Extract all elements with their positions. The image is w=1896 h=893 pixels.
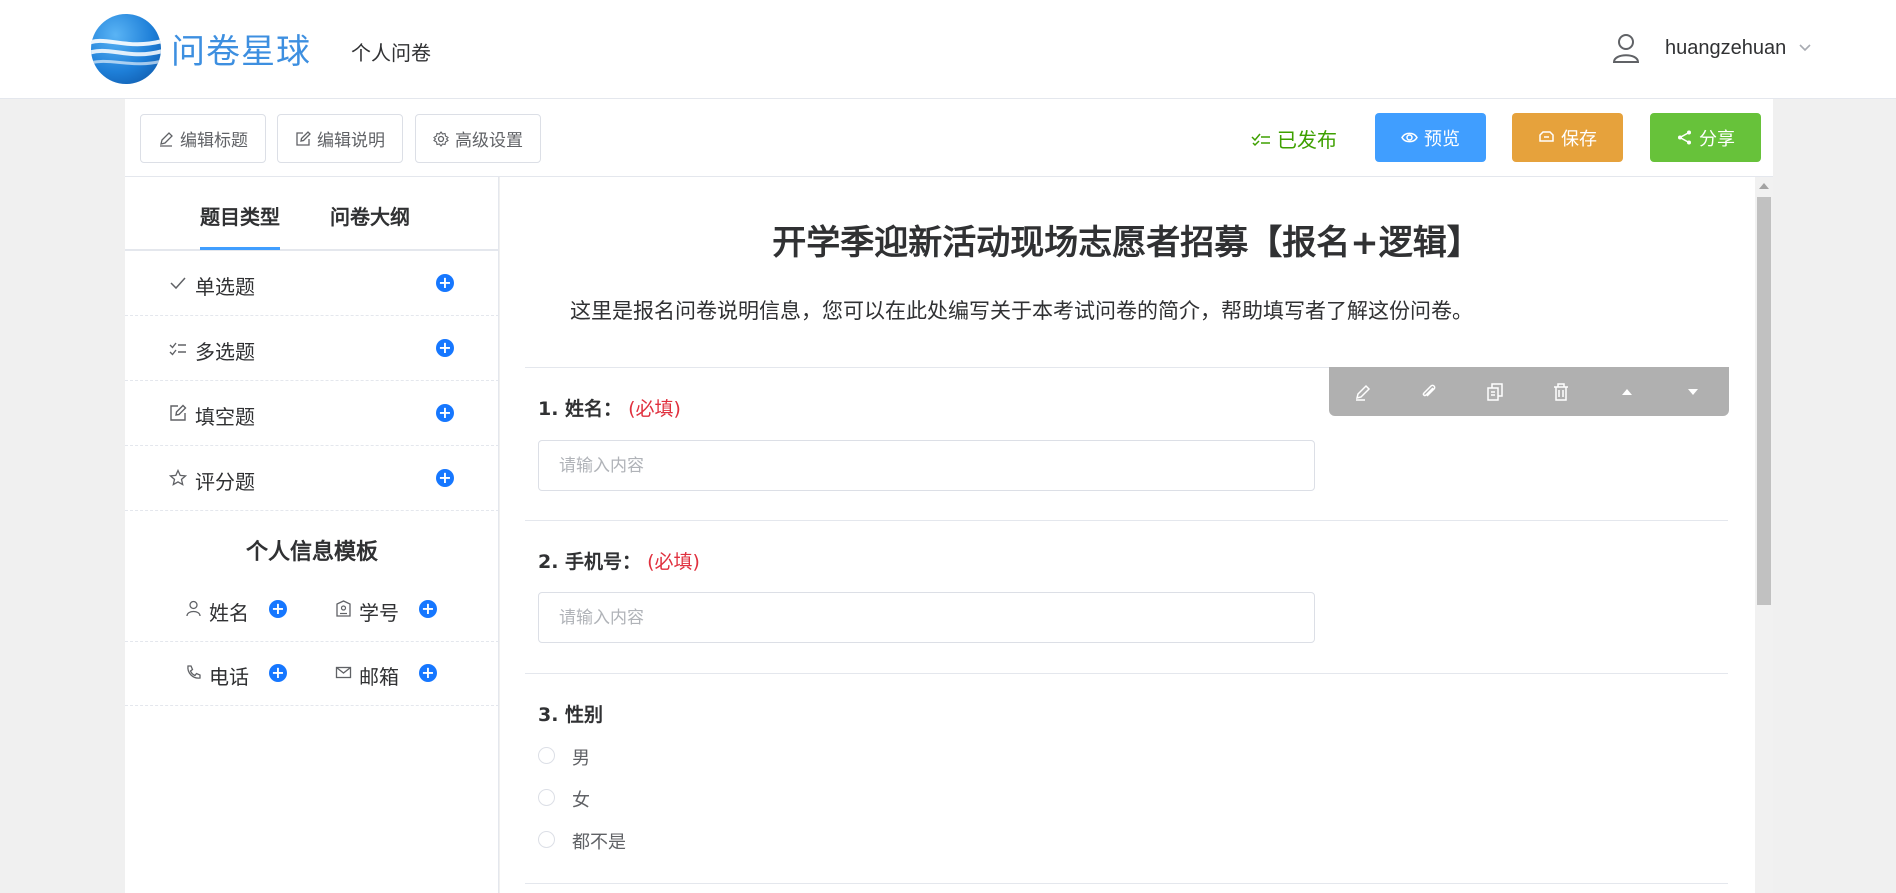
question-card[interactable]: 3. 性别 男 女 都不是 <box>525 673 1728 893</box>
tab-survey-outline[interactable]: 问卷大纲 <box>330 201 410 230</box>
share-icon <box>1678 130 1691 145</box>
edit-title-label: 编辑标题 <box>180 131 248 151</box>
advanced-settings-button[interactable]: 高级设置 <box>415 114 541 163</box>
radio-button[interactable] <box>538 831 555 848</box>
eye-icon <box>1401 132 1418 143</box>
person-icon <box>186 600 201 617</box>
question-type-fill-blank[interactable]: 填空题 + <box>125 381 499 446</box>
survey-description[interactable]: 这里是报名问卷说明信息，您可以在此处编写关于本考试问卷的简介，帮助填写者了解这份… <box>570 295 1473 325</box>
add-icon[interactable]: + <box>269 664 287 682</box>
tab-question-types[interactable]: 题目类型 <box>200 201 280 230</box>
question-type-multi-choice[interactable]: 多选题 + <box>125 316 499 381</box>
template-row: 姓名 + 学号 + <box>125 578 499 642</box>
chevron-down-icon[interactable] <box>1798 43 1812 53</box>
phone-icon <box>187 665 201 679</box>
edit-description-label: 编辑说明 <box>317 131 385 151</box>
add-icon[interactable]: + <box>436 404 454 422</box>
question-toolbar <box>1329 367 1729 416</box>
active-tab-indicator <box>200 247 280 250</box>
published-status-label: 已发布 <box>1277 128 1337 152</box>
answer-input[interactable] <box>538 440 1315 491</box>
advanced-settings-label: 高级设置 <box>455 131 523 151</box>
template-label: 学号 <box>359 601 399 625</box>
multi-check-icon <box>1251 133 1270 146</box>
save-button[interactable]: 保存 <box>1512 113 1623 162</box>
check-icon <box>170 277 186 290</box>
template-label: 邮箱 <box>359 665 399 689</box>
question-type-label: 评分题 <box>195 470 255 494</box>
edit-square-icon <box>170 404 187 421</box>
question-title-text: 1. 姓名： <box>538 398 623 420</box>
save-icon <box>1539 131 1554 142</box>
copy-icon[interactable] <box>1485 382 1505 402</box>
username[interactable]: huangzehuan <box>1665 37 1786 60</box>
delete-icon[interactable] <box>1551 382 1571 402</box>
radio-label: 男 <box>572 748 590 769</box>
edit-title-button[interactable]: 编辑标题 <box>140 114 266 163</box>
question-title: 1. 姓名： (必填) <box>538 394 681 421</box>
globe-logo-icon[interactable] <box>91 14 161 84</box>
add-icon[interactable]: + <box>419 600 437 618</box>
template-label: 电话 <box>209 665 249 689</box>
gear-icon <box>433 130 449 147</box>
question-type-rating[interactable]: 评分题 + <box>125 446 499 511</box>
preview-button[interactable]: 预览 <box>1375 113 1486 162</box>
share-label: 分享 <box>1699 128 1735 150</box>
question-type-label: 单选题 <box>195 275 255 299</box>
published-status: 已发布 <box>1251 124 1337 153</box>
required-marker: (必填) <box>647 551 700 573</box>
edit-description-button[interactable]: 编辑说明 <box>277 114 403 163</box>
scrollbar[interactable] <box>1755 177 1773 893</box>
pen-icon <box>160 131 173 147</box>
answer-input[interactable] <box>538 592 1315 643</box>
question-title: 2. 手机号： (必填) <box>538 547 700 574</box>
editor-toolbar: 编辑标题 编辑说明 高级设置 已发布 预览 保存 分享 <box>125 99 1773 177</box>
question-type-label: 填空题 <box>195 405 255 429</box>
share-button[interactable]: 分享 <box>1650 113 1761 162</box>
edit-square-icon <box>296 130 311 146</box>
required-marker: (必填) <box>628 398 681 420</box>
top-header: 问卷星球 个人问卷 huangzehuan <box>0 0 1896 99</box>
sidebar-tabs: 题目类型 问卷大纲 <box>125 177 498 251</box>
template-label: 姓名 <box>209 601 249 625</box>
scroll-thumb[interactable] <box>1757 197 1771 605</box>
survey-title[interactable]: 开学季迎新活动现场志愿者招募【报名+逻辑】 <box>500 215 1753 264</box>
move-down-icon[interactable] <box>1683 382 1703 402</box>
add-icon[interactable]: + <box>436 339 454 357</box>
badge-icon <box>336 600 351 617</box>
attach-icon[interactable] <box>1419 382 1439 402</box>
question-type-single-choice[interactable]: 单选题 + <box>125 251 499 316</box>
edit-icon[interactable] <box>1353 382 1373 402</box>
move-up-icon[interactable] <box>1617 382 1637 402</box>
logo-text[interactable]: 问卷星球 <box>171 24 311 73</box>
question-title-text: 2. 手机号： <box>538 551 642 573</box>
radio-button[interactable] <box>538 789 555 806</box>
add-icon[interactable]: + <box>419 664 437 682</box>
question-type-label: 多选题 <box>195 340 255 364</box>
template-section-title: 个人信息模板 <box>245 540 378 565</box>
star-icon <box>169 469 187 486</box>
question-title: 3. 性别 <box>538 704 604 726</box>
add-icon[interactable]: + <box>436 274 454 292</box>
radio-label: 都不是 <box>572 832 626 853</box>
radio-label: 女 <box>572 790 590 811</box>
preview-label: 预览 <box>1424 128 1460 150</box>
left-sidebar: 题目类型 问卷大纲 单选题 + 多选题 + 填空题 + 评分题 + 个人信息模板… <box>125 177 499 893</box>
divider <box>525 883 1728 884</box>
save-label: 保存 <box>1561 128 1597 150</box>
survey-editor: 开学季迎新活动现场志愿者招募【报名+逻辑】 这里是报名问卷说明信息，您可以在此处… <box>500 177 1773 893</box>
radio-button[interactable] <box>538 747 555 764</box>
template-row: 电话 + 邮箱 + <box>125 642 499 706</box>
add-icon[interactable]: + <box>269 600 287 618</box>
question-card[interactable]: 2. 手机号： (必填) <box>525 520 1728 673</box>
scroll-up-arrow-icon[interactable] <box>1759 183 1769 189</box>
user-icon[interactable] <box>1612 33 1640 63</box>
mail-icon <box>335 666 352 679</box>
add-icon[interactable]: + <box>436 469 454 487</box>
nav-personal-surveys[interactable]: 个人问卷 <box>351 37 431 66</box>
multi-check-icon <box>169 342 186 356</box>
